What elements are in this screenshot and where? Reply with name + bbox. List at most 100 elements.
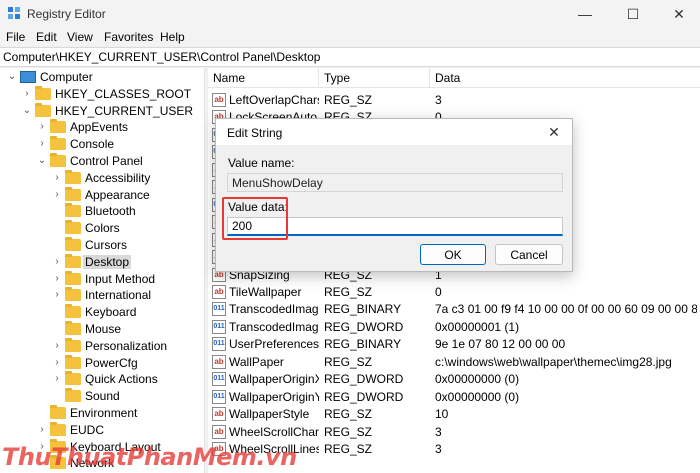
value-row[interactable]: 011 WallpaperOriginY REG_DWORD 0x00000000 (… xyxy=(208,389,700,406)
chevron-right-icon[interactable]: › xyxy=(51,189,63,201)
tree-item[interactable]: › International xyxy=(0,287,204,304)
value-name: WallPaper xyxy=(229,354,284,369)
column-header-data[interactable]: Data xyxy=(435,71,460,85)
menu-help[interactable]: Help xyxy=(160,30,185,44)
value-data: c:\windows\web\wallpaper\themec\img28.jp… xyxy=(435,354,672,369)
string-value-icon: ab xyxy=(212,93,226,107)
tree-item[interactable]: Colors xyxy=(0,220,204,237)
column-header-name[interactable]: Name xyxy=(213,71,245,85)
tree-item[interactable]: Environment xyxy=(0,405,204,422)
tree-item[interactable]: › PowerCfg xyxy=(0,354,204,372)
tree-item[interactable]: Mouse xyxy=(0,321,204,338)
chevron-right-icon[interactable]: › xyxy=(51,256,63,268)
tree-item[interactable]: › Quick Actions xyxy=(0,371,204,388)
value-data: 0x00000000 (0) xyxy=(435,372,520,387)
cancel-button[interactable]: Cancel xyxy=(495,244,563,265)
maximize-button[interactable]: ☐ xyxy=(610,0,656,28)
tree-item[interactable]: ⌄ HKEY_CURRENT_USER xyxy=(0,102,204,120)
address-bar[interactable]: Computer\HKEY_CURRENT_USER\Control Panel… xyxy=(0,47,700,67)
tree-item[interactable]: › Desktop xyxy=(0,253,204,271)
chevron-right-icon[interactable]: › xyxy=(36,121,48,133)
chevron-down-icon[interactable]: ⌄ xyxy=(21,105,33,117)
dialog-close-icon[interactable]: ✕ xyxy=(542,121,566,143)
folder-icon xyxy=(50,421,66,436)
dialog-body: Value name: MenuShowDelay Value data: OK… xyxy=(216,145,572,271)
list-header: Name Type Data xyxy=(208,68,700,88)
value-row[interactable]: ab WallpaperStyle REG_SZ 10 xyxy=(208,406,700,423)
folder-icon xyxy=(65,371,81,386)
folder-icon xyxy=(50,136,66,151)
value-type: REG_DWORD xyxy=(324,319,404,334)
value-row[interactable]: ab TileWallpaper REG_SZ 0 xyxy=(208,284,700,301)
dialog-title-bar: Edit String ✕ xyxy=(216,119,572,145)
chevron-right-icon[interactable]: › xyxy=(36,424,48,436)
tree-item[interactable]: › AppEvents xyxy=(0,119,204,136)
value-row[interactable]: 011 TranscodedImag... REG_BINARY 7a c3 01 0… xyxy=(208,301,700,318)
value-row[interactable]: 011 TranscodedImag... REG_DWORD 0x00000001 … xyxy=(208,319,700,336)
tree-item[interactable]: › Input Method xyxy=(0,270,204,288)
chevron-right-icon[interactable]: › xyxy=(51,273,63,285)
folder-icon xyxy=(65,388,81,403)
tree-item[interactable]: ⌄ Control Panel xyxy=(0,153,204,170)
tree-item-label: Quick Actions xyxy=(85,372,158,387)
minimize-button[interactable]: — xyxy=(562,0,608,28)
folder-icon xyxy=(65,203,81,218)
value-type: REG_SZ xyxy=(324,284,373,299)
menu-bar: File Edit View Favorites Help xyxy=(0,28,700,46)
menu-file[interactable]: File xyxy=(6,30,25,44)
folder-icon xyxy=(65,270,81,285)
tree-item[interactable]: Keyboard xyxy=(0,304,204,321)
chevron-right-icon[interactable]: › xyxy=(51,373,63,385)
chevron-right-icon[interactable]: › xyxy=(51,289,63,301)
value-row[interactable]: ab WallPaper REG_SZ c:\windows\web\wallpape… xyxy=(208,354,700,371)
folder-icon xyxy=(65,220,81,235)
column-divider[interactable] xyxy=(318,68,319,88)
value-name: TranscodedImag... xyxy=(229,302,319,317)
tree-item-label: Computer xyxy=(40,70,93,84)
value-data: 7a c3 01 00 f9 f4 10 00 00 0f 00 00 60 0… xyxy=(435,302,697,317)
tree-item-label: Desktop xyxy=(83,254,132,269)
tree-item[interactable]: › Personalization xyxy=(0,337,204,355)
value-name-field: MenuShowDelay xyxy=(227,173,563,192)
tree-item[interactable]: Bluetooth xyxy=(0,203,204,220)
tree-item-label: Input Method xyxy=(85,271,156,286)
tree-item[interactable]: Cursors xyxy=(0,237,204,254)
close-button[interactable]: ✕ xyxy=(656,0,700,28)
chevron-down-icon[interactable]: ⌄ xyxy=(6,71,18,83)
value-data: 0 xyxy=(435,284,442,299)
value-row[interactable]: 011 WallpaperOriginX REG_DWORD 0x00000000 (… xyxy=(208,371,700,388)
value-name: TileWallpaper xyxy=(229,284,302,299)
tree-item[interactable]: › EUDC xyxy=(0,421,204,439)
folder-icon xyxy=(50,153,66,167)
tree-item[interactable]: Sound xyxy=(0,388,204,405)
menu-view[interactable]: View xyxy=(67,30,93,44)
value-data: 9e 1e 07 80 12 00 00 00 xyxy=(435,337,566,352)
value-row[interactable]: ab WheelScrollChars REG_SZ 3 xyxy=(208,424,700,441)
value-type: REG_DWORD xyxy=(324,389,404,404)
tree-item-label: PowerCfg xyxy=(85,355,138,370)
tree-item[interactable]: › Accessibility xyxy=(0,169,204,187)
tree-item[interactable]: › HKEY_CLASSES_ROOT xyxy=(0,85,204,103)
chevron-right-icon[interactable]: › xyxy=(51,357,63,369)
tree-item[interactable]: › Console xyxy=(0,136,204,153)
chevron-right-icon[interactable]: › xyxy=(21,88,33,100)
key-tree: ⌄ Computer › HKEY_CLASSES_ROOT ⌄ HKEY_CURRENT… xyxy=(0,68,204,473)
tree-item[interactable]: ⌄ Computer xyxy=(0,69,204,86)
chevron-right-icon[interactable]: › xyxy=(51,340,63,352)
menu-edit[interactable]: Edit xyxy=(36,30,57,44)
value-row[interactable]: ab LeftOverlapChars REG_SZ 3 xyxy=(208,92,700,109)
column-header-type[interactable]: Type xyxy=(324,71,350,85)
binary-value-icon: 011 xyxy=(212,337,226,352)
tree-item[interactable]: › Appearance xyxy=(0,186,204,204)
folder-icon xyxy=(65,186,81,201)
value-name-label: Value name: xyxy=(228,156,295,170)
ok-button[interactable]: OK xyxy=(420,244,486,265)
menu-favorites[interactable]: Favorites xyxy=(104,30,153,44)
chevron-right-icon[interactable]: › xyxy=(36,138,48,150)
value-row[interactable]: 011UserPreferences... REG_BINARY 9e 1e 07 … xyxy=(208,336,700,353)
chevron-down-icon[interactable]: ⌄ xyxy=(36,155,48,167)
registry-editor-icon xyxy=(8,7,20,19)
chevron-right-icon[interactable]: › xyxy=(51,172,63,184)
folder-icon xyxy=(50,405,66,419)
column-divider[interactable] xyxy=(429,68,430,88)
